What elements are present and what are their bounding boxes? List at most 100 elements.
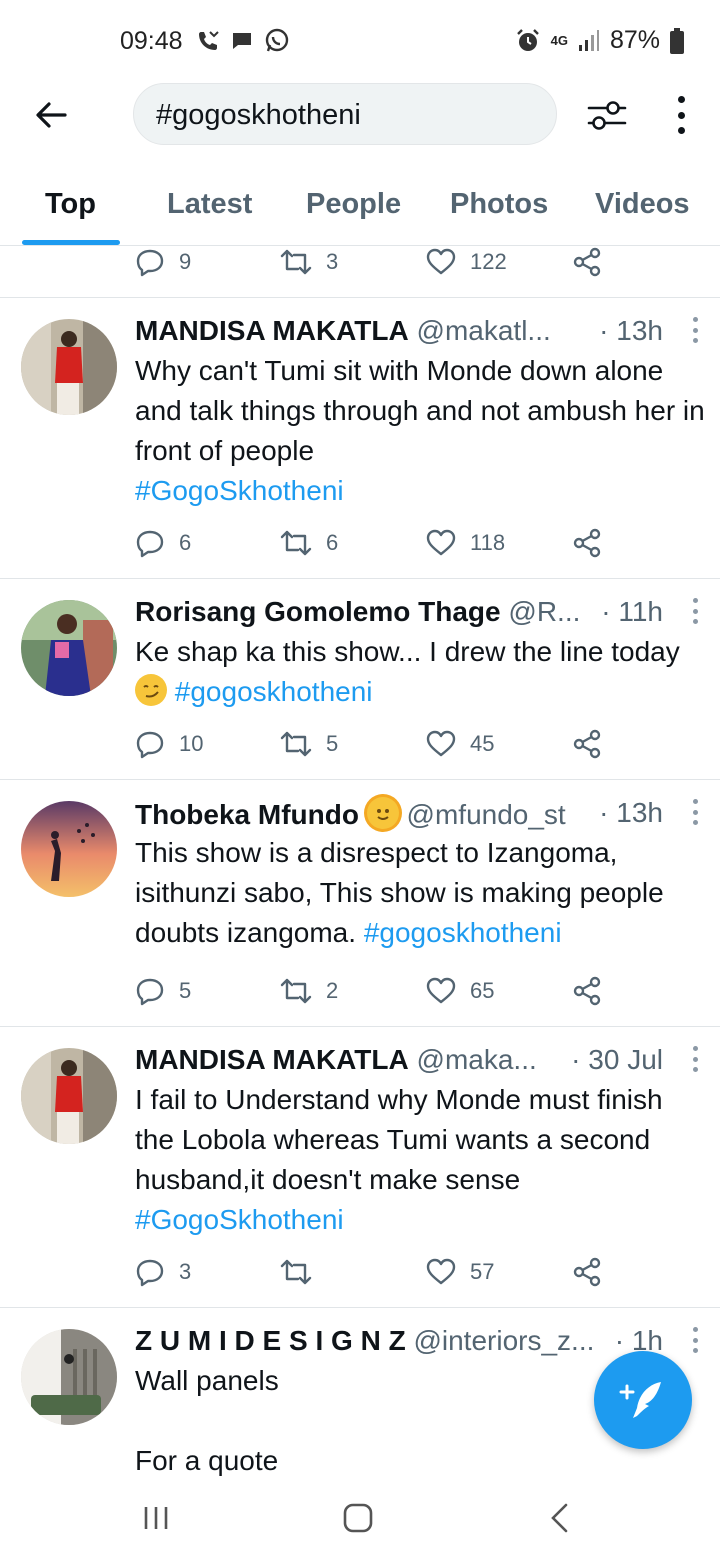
tweet[interactable]: MANDISA MAKATLA @maka... · 30 Jul I fail… (0, 1027, 720, 1307)
like-button[interactable]: 65 (426, 976, 494, 1006)
author-name[interactable]: MANDISA MAKATLA (135, 1044, 409, 1075)
avatar[interactable] (21, 600, 117, 696)
system-navigation-bar (0, 1487, 720, 1560)
retweet-icon (280, 731, 312, 757)
share-button[interactable] (572, 1257, 602, 1287)
tweet-menu-button[interactable] (690, 1046, 700, 1072)
tweet-menu-button[interactable] (690, 799, 700, 825)
tweet-header: Z U M I D E S I G N Z @interiors_z... · … (135, 1325, 700, 1359)
reply-button[interactable]: 3 (135, 1257, 191, 1287)
tab-top[interactable]: Top (45, 188, 96, 221)
tweet-time: · 13h (593, 797, 663, 829)
more-dot-icon (677, 127, 685, 134)
author-handle[interactable]: @mfundo_st (407, 799, 566, 830)
recent-apps-icon (144, 1507, 168, 1529)
retweet-count: 6 (326, 530, 339, 555)
retweet-button[interactable]: 5 (280, 729, 338, 759)
like-count: 65 (470, 978, 495, 1003)
tweet[interactable]: Thobeka Mfundo @mfundo_st · 13h This sho… (0, 780, 720, 1026)
avatar[interactable] (21, 801, 117, 897)
tweet-feed[interactable]: 9 3 122 MANDISA MAKATLA @makatl... · 13h… (0, 247, 720, 1487)
tweet[interactable]: Rorisang Gomolemo Thage @R... · 11h Ke s… (0, 579, 720, 779)
tweet-menu-button[interactable] (690, 317, 700, 343)
like-button[interactable]: 45 (426, 729, 494, 759)
tweet-text-content: I fail to Understand why Monde must fini… (135, 1084, 663, 1195)
tweet-header: Rorisang Gomolemo Thage @R... · 11h (135, 596, 700, 630)
author-handle[interactable]: @interiors_z... (413, 1325, 594, 1356)
heart-icon (426, 977, 456, 1004)
reply-icon (136, 530, 164, 558)
search-filter-button[interactable] (584, 92, 630, 138)
reply-button[interactable]: 9 (135, 247, 191, 277)
share-icon (573, 729, 601, 759)
author-name[interactable]: Z U M I D E S I G N Z (135, 1325, 406, 1356)
back-chevron-icon (551, 1503, 568, 1533)
share-button[interactable] (572, 528, 602, 558)
share-button[interactable] (572, 247, 602, 277)
tweet-actions: 5 2 65 (135, 976, 605, 1010)
tab-videos[interactable]: Videos (595, 188, 690, 221)
reply-icon (136, 249, 164, 277)
author-name[interactable]: MANDISA MAKATLA (135, 315, 409, 346)
reply-button[interactable]: 10 (135, 729, 203, 759)
tweet-text: Why can't Tumi sit with Monde down alone… (135, 351, 705, 511)
tweet-menu-button[interactable] (690, 1327, 700, 1353)
tweet-text-content: Why can't Tumi sit with Monde down alone… (135, 355, 705, 466)
author-name[interactable]: Thobeka Mfundo (135, 799, 359, 830)
hashtag-link[interactable]: #GogoSkhotheni (135, 1204, 344, 1235)
author-name[interactable]: Rorisang Gomolemo Thage (135, 596, 501, 627)
heart-icon (426, 248, 456, 275)
notification-icons (196, 28, 290, 54)
avatar[interactable] (21, 319, 117, 415)
tab-photos[interactable]: Photos (450, 188, 548, 221)
like-button[interactable]: 122 (426, 247, 507, 277)
home-button[interactable] (336, 1501, 380, 1535)
compose-tweet-button[interactable] (594, 1351, 692, 1449)
like-button[interactable]: 57 (426, 1257, 494, 1287)
tweet[interactable]: MANDISA MAKATLA @makatl... · 13h Why can… (0, 298, 720, 579)
reply-count: 5 (179, 978, 192, 1003)
heart-icon (426, 529, 456, 556)
retweet-button[interactable]: 6 (280, 528, 338, 558)
author-handle[interactable]: @R... (508, 596, 580, 627)
share-button[interactable] (572, 976, 602, 1006)
tweet-actions: 3 57 (135, 1257, 605, 1291)
back-nav-button[interactable] (538, 1501, 582, 1535)
reply-count: 10 (179, 731, 204, 756)
hashtag-link[interactable]: #GogoSkhotheni (135, 475, 344, 506)
avatar[interactable] (21, 1048, 117, 1144)
retweet-count: 2 (326, 978, 339, 1003)
tab-latest[interactable]: Latest (167, 188, 252, 221)
tab-people[interactable]: People (306, 188, 401, 221)
more-options-button[interactable] (664, 90, 698, 140)
tweet-header: MANDISA MAKATLA @maka... · 30 Jul (135, 1044, 700, 1078)
system-status: 4G 87% (515, 26, 684, 55)
retweet-button[interactable]: 2 (280, 976, 338, 1006)
battery-icon (670, 27, 684, 54)
signal-icon (578, 29, 599, 51)
active-tab-indicator (22, 240, 120, 245)
retweet-button[interactable]: 3 (280, 247, 338, 277)
battery-percent: 87% (609, 26, 660, 54)
share-button[interactable] (572, 729, 602, 759)
tweet-menu-button[interactable] (690, 598, 700, 624)
back-button[interactable] (28, 92, 74, 138)
reply-button[interactable]: 5 (135, 976, 191, 1006)
message-icon (233, 33, 251, 49)
author-handle[interactable]: @maka... (417, 1044, 537, 1075)
search-input[interactable]: #gogoskhotheni (133, 83, 557, 145)
hashtag-link[interactable]: #gogoskhotheni (175, 676, 373, 707)
share-icon (573, 247, 601, 277)
author-handle[interactable]: @makatl... (417, 315, 551, 346)
recent-apps-button[interactable] (134, 1501, 178, 1535)
search-header: #gogoskhotheni (0, 80, 720, 160)
tweet-time: · 13h (593, 315, 663, 347)
avatar[interactable] (21, 1329, 117, 1425)
hashtag-link[interactable]: #gogoskhotheni (364, 917, 562, 948)
tweet-actions: 6 6 118 (135, 528, 605, 562)
reply-button[interactable]: 6 (135, 528, 191, 558)
heart-icon (426, 1258, 456, 1285)
like-button[interactable]: 118 (426, 528, 505, 558)
retweet-button[interactable] (280, 1257, 312, 1287)
arrow-left-icon (36, 102, 67, 128)
